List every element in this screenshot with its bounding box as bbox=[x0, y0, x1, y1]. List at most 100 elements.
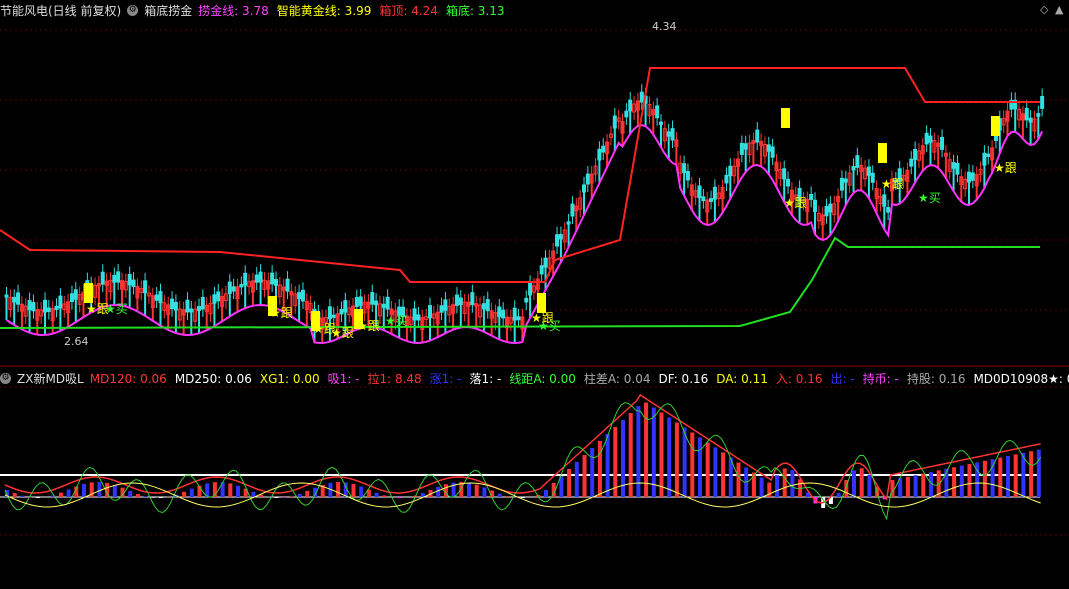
md-bar bbox=[189, 488, 194, 497]
candle-body bbox=[955, 162, 960, 175]
candle-body bbox=[993, 135, 998, 142]
signal-marker: ★跟 bbox=[881, 177, 904, 191]
signal-marker: ★买 bbox=[918, 191, 941, 205]
md-bar bbox=[282, 497, 287, 498]
md-bar bbox=[20, 495, 25, 497]
md-bar bbox=[713, 447, 718, 497]
candle-body bbox=[385, 296, 390, 310]
md-bar bbox=[690, 432, 695, 497]
candle-body bbox=[416, 314, 421, 321]
gear-icon[interactable]: ⚙ bbox=[127, 4, 139, 16]
md-bar bbox=[159, 497, 163, 498]
md-bar bbox=[1013, 454, 1018, 497]
md-bar bbox=[497, 493, 502, 497]
md-bar bbox=[674, 422, 679, 497]
candle-body bbox=[354, 297, 359, 307]
candle-body bbox=[870, 172, 875, 183]
signal-marker: ★跟 bbox=[270, 306, 293, 320]
md-bar bbox=[759, 477, 764, 497]
md-bar bbox=[544, 490, 548, 497]
md-bar bbox=[505, 496, 510, 497]
md-bar bbox=[574, 462, 579, 497]
md-bar bbox=[351, 483, 356, 497]
candle-body bbox=[970, 172, 975, 181]
md-bar bbox=[590, 448, 595, 497]
gear-icon[interactable]: ⚙ bbox=[0, 372, 11, 384]
gold-block bbox=[878, 143, 887, 163]
candle-body bbox=[986, 153, 991, 157]
md-bar bbox=[967, 464, 972, 497]
candle-body bbox=[154, 294, 159, 301]
md-bar bbox=[228, 483, 233, 497]
md-bar bbox=[297, 493, 302, 497]
md-bar bbox=[359, 486, 364, 497]
collapse-icon[interactable]: ◇ bbox=[1040, 3, 1048, 16]
md-bar bbox=[251, 491, 256, 497]
candle-body bbox=[439, 305, 444, 313]
md-bar bbox=[82, 483, 86, 497]
md-bar bbox=[474, 484, 479, 497]
candle-body bbox=[116, 271, 121, 283]
md-bar bbox=[782, 468, 787, 497]
md-bar bbox=[112, 484, 117, 497]
candle-body bbox=[655, 105, 660, 119]
candle-body bbox=[516, 316, 521, 321]
scroll-arrow-icon[interactable]: ▲ bbox=[1055, 3, 1063, 16]
candle-body bbox=[739, 142, 744, 155]
signal-marker: ★跟 bbox=[994, 161, 1017, 175]
bottom_header-item: 出: - bbox=[830, 371, 855, 386]
md-bar bbox=[990, 459, 995, 497]
bottom_header-item: 线距A: 0.00 bbox=[509, 371, 576, 386]
md-bar bbox=[1036, 449, 1041, 497]
candle-body bbox=[239, 284, 244, 288]
candle-body bbox=[755, 129, 760, 143]
md-bar bbox=[567, 469, 572, 497]
signal-marker: ★买 bbox=[385, 314, 408, 328]
bottom_header-item: MD250: 0.06 bbox=[174, 371, 252, 386]
md-bar bbox=[12, 493, 17, 497]
candle-body bbox=[200, 296, 205, 310]
indicator-name[interactable]: 箱底捞金 bbox=[144, 2, 192, 19]
bottom_header-item: 入: 0.16 bbox=[775, 371, 823, 386]
stock-title[interactable]: 节能风电(日线 前复权) bbox=[0, 2, 121, 19]
candle-body bbox=[601, 145, 606, 153]
price-panel-header: 节能风电(日线 前复权) ⚙ 箱底捞金 捞金线: 3.78 智能黄金线: 3.99… bbox=[0, 1, 519, 19]
md-bar bbox=[151, 497, 156, 498]
candle-body bbox=[46, 307, 51, 312]
md-bar bbox=[867, 474, 872, 497]
md-bar bbox=[905, 476, 910, 497]
candle-body bbox=[285, 278, 290, 292]
bottom_header-item: 持币: - bbox=[862, 371, 899, 386]
bottom_header-item: MD0D10908★: 0.05 bbox=[973, 371, 1069, 386]
md-bar bbox=[467, 482, 471, 497]
diff-line bbox=[4, 402, 1042, 521]
md-bar bbox=[236, 485, 240, 497]
candle-body bbox=[1024, 107, 1029, 121]
candle-body bbox=[709, 198, 714, 202]
md-bar bbox=[736, 462, 741, 497]
candle-body bbox=[69, 293, 74, 303]
chart-canvas: ★跟 ★跟★跟★跟 ★跟★跟★跟★跟★跟★买★买 ★买★买4.342.64 bbox=[0, 20, 1069, 536]
md-bar bbox=[775, 475, 779, 497]
md-bar bbox=[274, 497, 279, 498]
md-bar bbox=[336, 482, 341, 497]
md-bar bbox=[1006, 456, 1010, 497]
md-bar bbox=[651, 407, 656, 497]
md-bar bbox=[289, 496, 294, 497]
signal-marker: ★跟 bbox=[357, 319, 380, 333]
indicator-values: 捞金线: 3.78 智能黄金线: 3.99 箱顶: 4.24 箱底: 3.13 bbox=[198, 2, 512, 19]
md-bar bbox=[859, 468, 864, 497]
top_header-item: 智能黄金线: 3.99 bbox=[276, 3, 372, 18]
candle-body bbox=[855, 155, 860, 168]
md-bar bbox=[35, 497, 40, 498]
bottom_header-item: DF: 0.16 bbox=[658, 371, 709, 386]
signal-marker: ★跟 bbox=[784, 196, 807, 210]
candle-body bbox=[639, 91, 644, 103]
candle-body bbox=[54, 305, 59, 310]
signal-marker: ★买 bbox=[538, 319, 561, 333]
candle-body bbox=[170, 298, 175, 310]
md-bar bbox=[721, 452, 726, 497]
gold-block bbox=[781, 108, 790, 128]
top_header-item: 箱底: 3.13 bbox=[445, 3, 505, 18]
indicator-name[interactable]: ZX新MD吸L bbox=[17, 370, 84, 387]
